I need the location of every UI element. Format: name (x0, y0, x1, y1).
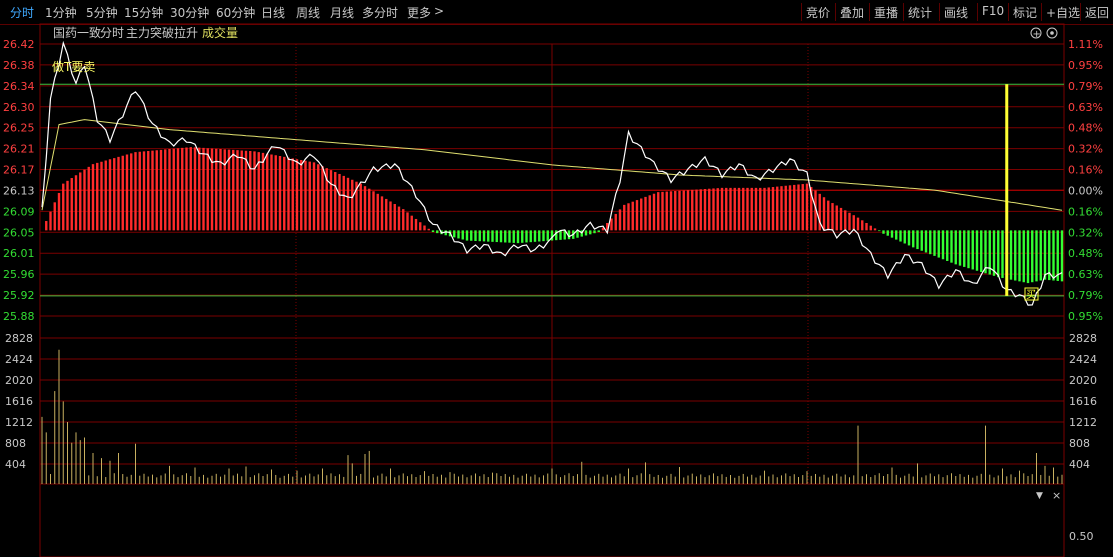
price-tick: 26.17 (3, 164, 35, 177)
pct-tick: 0.95% (1068, 310, 1103, 323)
gear-icon[interactable] (1046, 27, 1058, 39)
price-tick: 25.88 (3, 310, 35, 323)
price-tick: 26.21 (3, 143, 35, 156)
volume-tick-right: 2828 (1069, 332, 1097, 345)
pct-tick: 0.32% (1068, 143, 1103, 156)
volume-tick-right: 1616 (1069, 395, 1097, 408)
price-tick: 26.05 (3, 226, 35, 239)
pct-tick: 0.48% (1068, 247, 1103, 260)
sub-panel-close-icon[interactable]: × (1052, 489, 1061, 502)
price-tick: 26.13 (3, 184, 35, 197)
volume-tick-left: 404 (5, 458, 26, 471)
pct-tick: 0.00% (1068, 184, 1103, 197)
stock-name: 国药一致 (53, 26, 101, 40)
volume-tick-left: 808 (5, 437, 26, 450)
annotation-text: 做T要卖 (52, 59, 95, 74)
pct-tick: 0.79% (1068, 80, 1103, 93)
svg-text:+: + (1033, 29, 1041, 40)
volume-tick-right: 404 (1069, 458, 1090, 471)
pct-tick: 1.11% (1068, 38, 1103, 51)
pct-tick: 0.95% (1068, 59, 1103, 72)
pct-tick: 0.32% (1068, 226, 1103, 239)
volume-tick-left: 2828 (5, 332, 33, 345)
indicator-name: 主力突破拉升 (126, 25, 198, 40)
volume-tick-left: 1212 (5, 416, 33, 429)
pct-tick: 0.16% (1068, 205, 1103, 218)
plus-icon[interactable]: + (1030, 27, 1042, 40)
sub-panel-arrow[interactable]: ▼ (1036, 491, 1043, 501)
pct-tick: 0.63% (1068, 101, 1103, 114)
price-tick: 25.96 (3, 268, 35, 281)
price-tick: 26.42 (3, 38, 35, 51)
buy-marker: 买 (1026, 289, 1036, 301)
price-tick: 26.30 (3, 101, 35, 114)
volume-tick-right: 808 (1069, 437, 1090, 450)
volume-tick-right: 2020 (1069, 374, 1097, 387)
price-tick: 26.38 (3, 59, 35, 72)
volume-tick-right: 1212 (1069, 416, 1097, 429)
chart: 26.42 26.38 26.34 26.30 26.25 26.21 26.17 26.13… (3, 23, 1103, 557)
price-tick: 26.25 (3, 122, 35, 135)
volume-label: 成交量 (202, 25, 238, 40)
mode-label: 分时 (100, 26, 124, 40)
price-tick: 26.09 (3, 205, 35, 218)
pct-tick: 0.63% (1068, 268, 1103, 281)
volume-tick-left: 2424 (5, 353, 33, 366)
price-tick: 26.34 (3, 80, 35, 93)
pct-tick: 0.16% (1068, 164, 1103, 177)
volume-tick-left: 1616 (5, 395, 33, 408)
price-tick: 26.01 (3, 247, 35, 260)
price-tick: 25.92 (3, 289, 35, 302)
sub-panel-value: 0.50 (1069, 530, 1094, 543)
volume-tick-right: 2424 (1069, 353, 1097, 366)
volume-tick-left: 2020 (5, 374, 33, 387)
pct-tick: 0.48% (1068, 122, 1103, 135)
pct-tick: 0.79% (1068, 289, 1103, 302)
